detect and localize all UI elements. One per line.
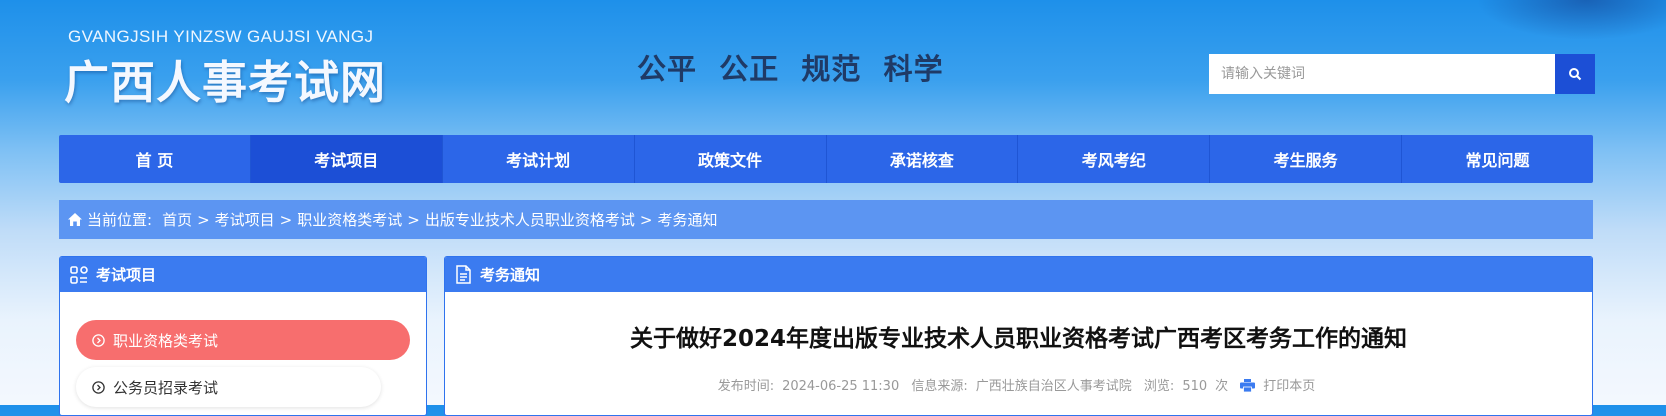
publish-time: 2024-06-25 11:30 xyxy=(782,379,900,394)
article-panel: 考务通知 关于做好2024年度出版专业技术人员职业资格考试广西考区考务工作的通知… xyxy=(444,256,1593,416)
article-title: 关于做好2024年度出版专业技术人员职业资格考试广西考区考务工作的通知 xyxy=(629,326,1407,352)
print-label: 打印本页 xyxy=(1263,379,1316,394)
chevron-circle-icon xyxy=(92,333,105,347)
nav-faq[interactable]: 常见问题 xyxy=(1402,135,1593,183)
article-meta: 发布时间: 2024-06-25 11:30 信息来源: 广西壮族自治区人事考试院 … xyxy=(445,375,1592,394)
sidebar-item-vocational-exams[interactable]: 职业资格类考试 xyxy=(76,320,410,360)
grid-menu-icon xyxy=(70,265,88,284)
site-slogan: 公平 公正 规范 科学 xyxy=(637,52,944,86)
nav-candidate-service[interactable]: 考生服务 xyxy=(1210,135,1403,183)
chevron-circle-icon xyxy=(92,380,105,394)
search-button[interactable] xyxy=(1555,54,1595,94)
nav-commitment-check[interactable]: 承诺核查 xyxy=(827,135,1019,183)
nav-home[interactable]: 首 页 xyxy=(59,135,251,183)
article-section-title: 考务通知 xyxy=(480,266,541,284)
breadcrumb-vocational-exams[interactable]: 职业资格类考试 xyxy=(297,209,402,230)
nav-exam-projects[interactable]: 考试项目 xyxy=(250,135,443,183)
logo-english-text: GVANGJSIH YINZSW GAUJSI VANGJ xyxy=(68,27,374,46)
views-unit: 次 xyxy=(1215,379,1229,394)
breadcrumb-separator: > xyxy=(407,210,420,229)
breadcrumb-separator: > xyxy=(197,210,210,229)
breadcrumb-prefix: 当前位置: xyxy=(87,211,153,229)
source-label: 信息来源: xyxy=(911,379,968,394)
sidebar-header: 考试项目 xyxy=(60,257,426,292)
nav-policy-docs[interactable]: 政策文件 xyxy=(635,135,827,183)
breadcrumb-home[interactable]: 首页 xyxy=(162,209,192,230)
search-icon xyxy=(1569,68,1582,81)
breadcrumb-exam-projects[interactable]: 考试项目 xyxy=(215,209,275,230)
sidebar-panel: 考试项目 职业资格类考试 公务员招录考试 xyxy=(59,256,427,416)
print-button[interactable]: 打印本页 xyxy=(1240,379,1319,394)
sidebar-item-civil-service-exams[interactable]: 公务员招录考试 xyxy=(76,367,381,407)
site-logo[interactable]: 广西人事考试网 xyxy=(64,46,386,111)
document-icon xyxy=(455,265,472,284)
sidebar-item-label: 公务员招录考试 xyxy=(113,378,219,397)
sidebar-title: 考试项目 xyxy=(96,266,157,284)
breadcrumb-publishing-exam[interactable]: 出版专业技术人员职业资格考试 xyxy=(425,209,635,230)
printer-icon xyxy=(1240,379,1256,393)
main-nav: 首 页 考试项目 考试计划 政策文件 承诺核查 考风考纪 考生服务 常见问题 xyxy=(59,135,1593,183)
breadcrumb-separator: > xyxy=(279,210,293,229)
header-decoration xyxy=(1476,0,1666,40)
home-icon xyxy=(67,212,83,227)
source: 广西壮族自治区人事考试院 xyxy=(975,379,1132,394)
breadcrumb-notices[interactable]: 考务通知 xyxy=(657,209,717,230)
search-bar xyxy=(1209,54,1595,94)
nav-exam-discipline[interactable]: 考风考纪 xyxy=(1018,135,1211,183)
publish-time-label: 发布时间: xyxy=(717,379,775,394)
views-label: 浏览: xyxy=(1143,379,1175,394)
article-section-header: 考务通知 xyxy=(445,257,1592,292)
breadcrumb-separator: > xyxy=(639,210,653,229)
search-input[interactable] xyxy=(1209,54,1555,94)
sidebar-item-label: 职业资格类考试 xyxy=(113,331,219,350)
nav-exam-plan[interactable]: 考试计划 xyxy=(443,135,635,183)
breadcrumb: 当前位置: 首页 > 考试项目 > 职业资格类考试 > 出版专业技术人员职业资格… xyxy=(59,200,1593,239)
view-count: 510 xyxy=(1182,379,1208,394)
